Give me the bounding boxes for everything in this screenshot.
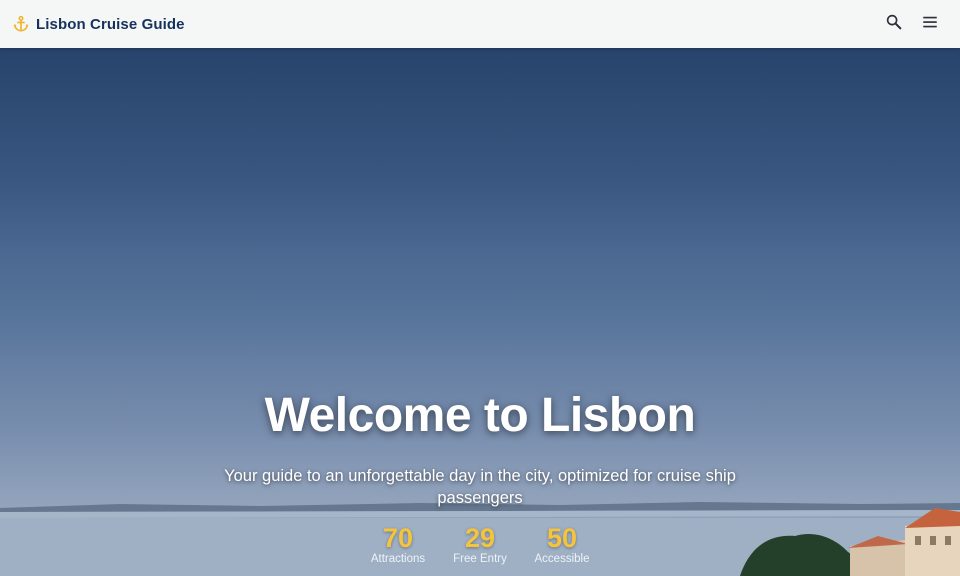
hero-section: Welcome to Lisbon Your guide to an unfor… xyxy=(0,48,960,576)
stats-row: 70 Attractions 29 Free Entry 50 Accessib… xyxy=(0,523,960,565)
menu-icon xyxy=(921,13,939,36)
stat-label: Free Entry xyxy=(453,553,507,565)
hero-title: Welcome to Lisbon xyxy=(264,389,696,442)
stat-value: 70 xyxy=(382,523,414,553)
hero-subtitle: Your guide to an unforgettable day in th… xyxy=(224,467,736,507)
search-button[interactable] xyxy=(880,10,908,38)
page: Lisbon Cruise Guide Welcome to Lisbon Yo… xyxy=(0,0,960,576)
anchor-icon xyxy=(12,15,30,33)
top-app-bar: Lisbon Cruise Guide xyxy=(0,0,960,48)
stat-attractions: 70 Attractions xyxy=(369,523,427,565)
brand-link[interactable]: Lisbon Cruise Guide xyxy=(12,15,185,33)
stat-value: 50 xyxy=(546,523,578,553)
stat-accessible: 50 Accessible xyxy=(533,523,591,565)
search-icon xyxy=(885,13,903,36)
hero-content: Welcome to Lisbon Your guide to an unfor… xyxy=(0,388,960,565)
stat-label: Attractions xyxy=(370,553,426,565)
stat-label: Accessible xyxy=(534,553,590,565)
stat-value: 29 xyxy=(464,523,496,553)
menu-button[interactable] xyxy=(916,10,944,38)
stat-free-entry: 29 Free Entry xyxy=(451,523,509,565)
brand-title: Lisbon Cruise Guide xyxy=(36,15,185,33)
